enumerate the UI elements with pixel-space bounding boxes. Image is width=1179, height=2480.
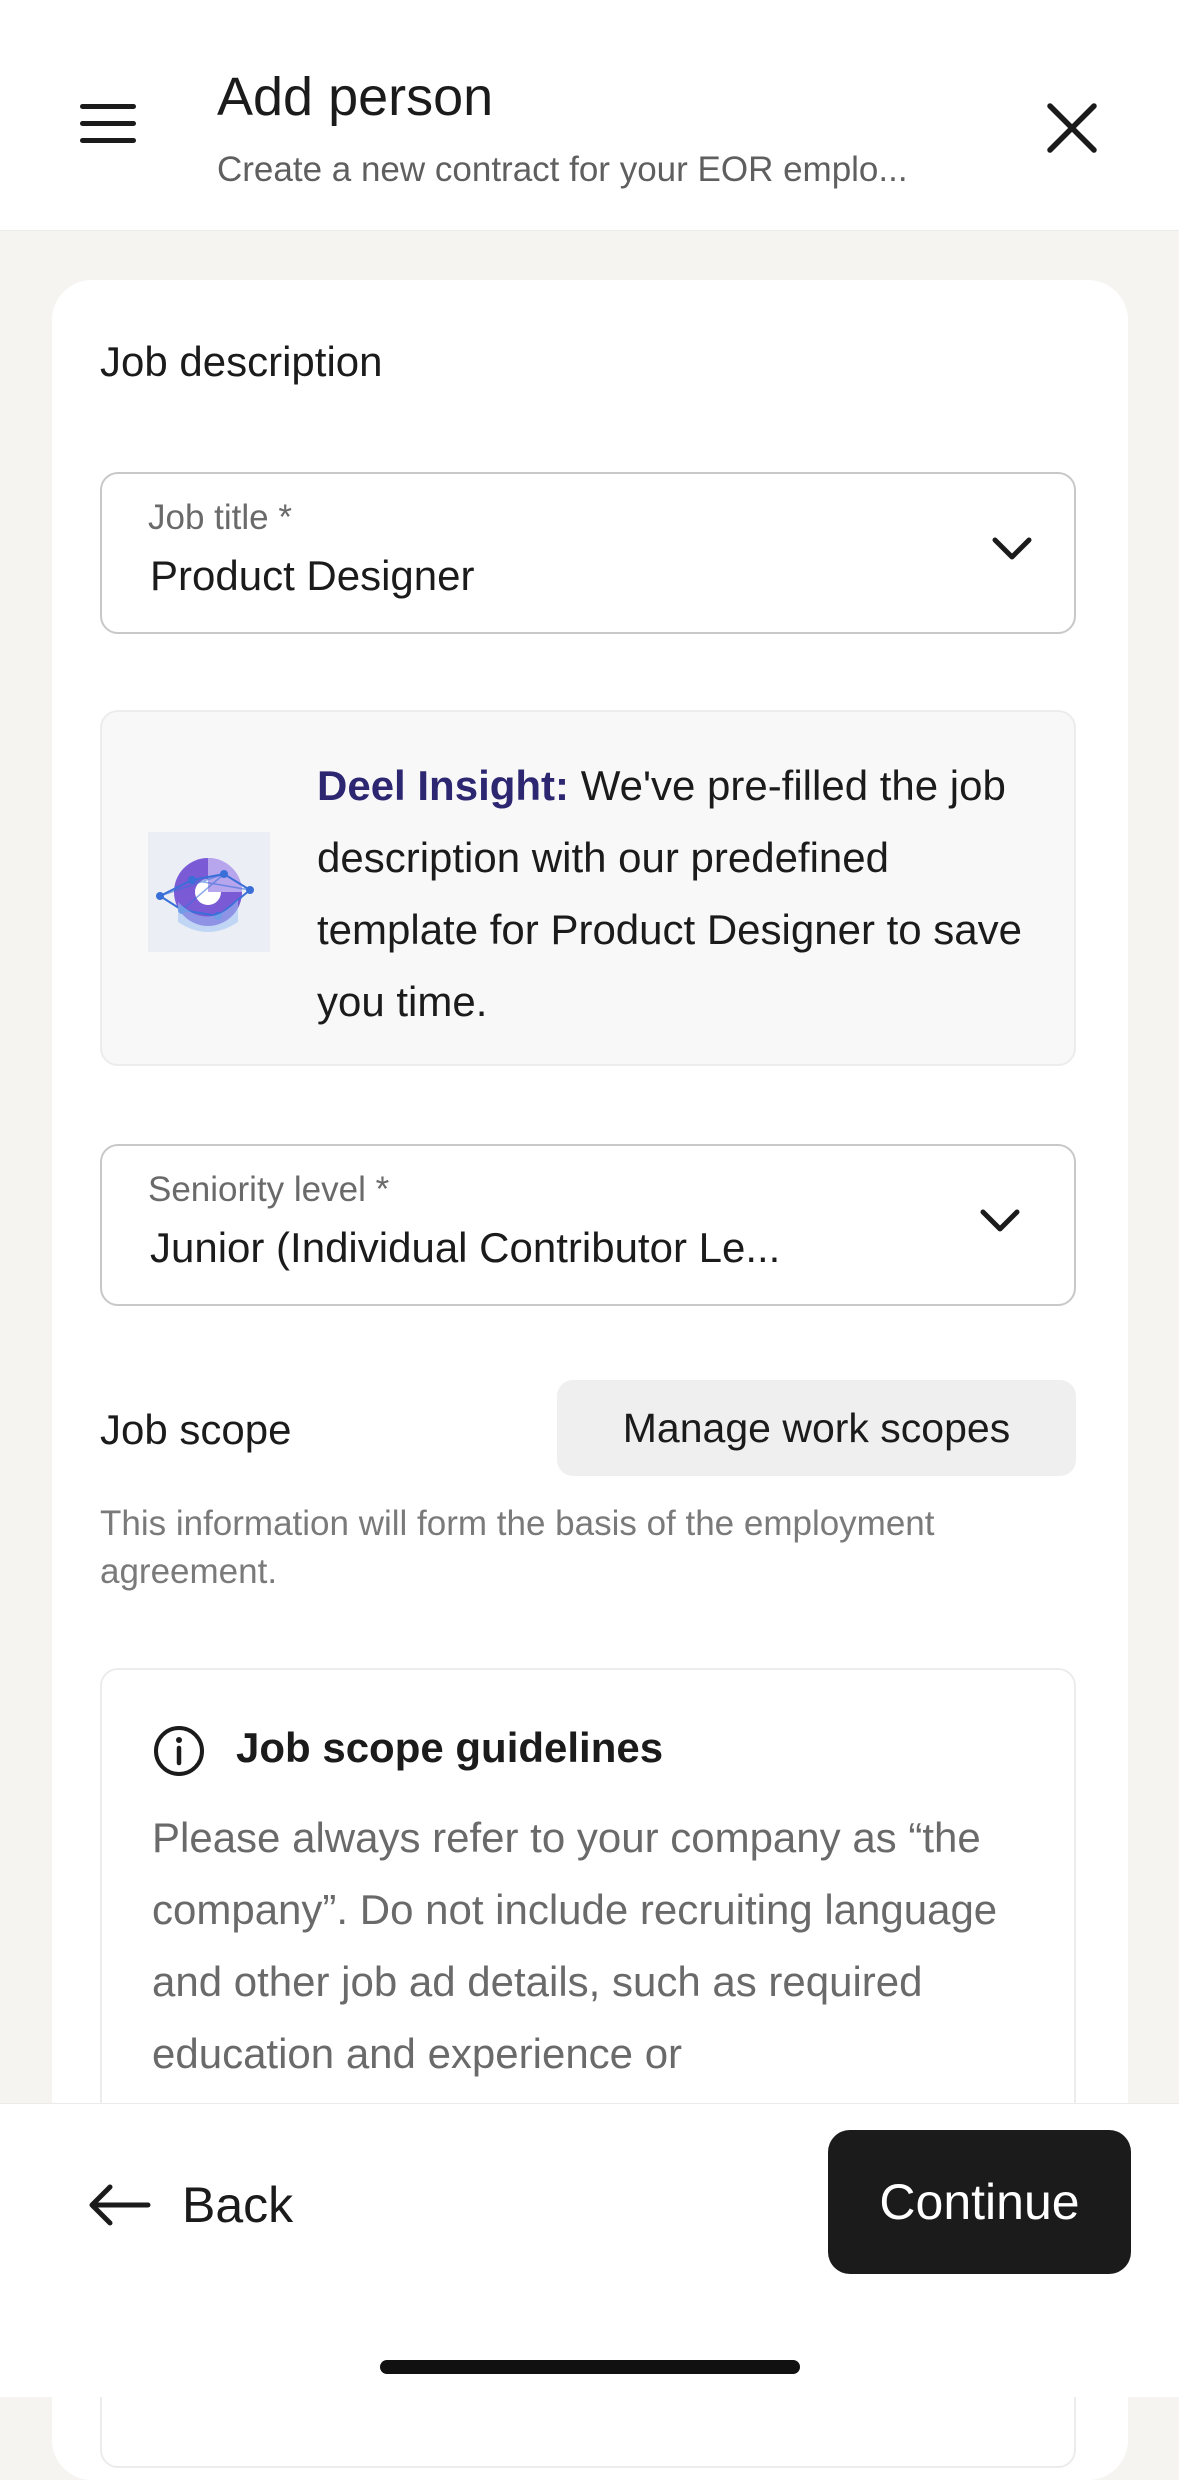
page-subtitle: Create a new contract for your EOR emplo… — [217, 150, 908, 189]
chevron-down-icon — [992, 537, 1032, 560]
insight-brand: Deel Insight: — [317, 762, 570, 809]
job-title-value: Product Designer — [150, 552, 475, 599]
app-header: Add person Create a new contract for you… — [0, 0, 1179, 231]
arrow-left-icon — [89, 2184, 151, 2226]
seniority-level-value: Junior (Individual Contributor Le... — [150, 1224, 781, 1271]
job-scope-title: Job scope — [100, 1406, 292, 1453]
job-title-select[interactable]: Job title * Product Designer — [100, 472, 1076, 634]
back-button[interactable]: Back — [86, 2177, 293, 2233]
info-icon — [154, 1726, 204, 1776]
section-title: Job description — [100, 338, 383, 385]
page-title: Add person — [217, 67, 494, 127]
insight-illustration-icon — [148, 832, 270, 952]
job-title-label: Job title * — [148, 498, 292, 537]
back-label: Back — [182, 2177, 294, 2233]
manage-work-scopes-button[interactable]: Manage work scopes — [557, 1380, 1076, 1476]
guidelines-body: Please always refer to your company as “… — [152, 1814, 998, 2077]
home-indicator — [380, 2360, 800, 2374]
chevron-down-icon — [980, 1209, 1020, 1232]
insight-text: Deel Insight: We've pre-filled the job d… — [317, 750, 1037, 1038]
job-scope-help-text: This information will form the basis of … — [100, 1504, 935, 1591]
continue-button[interactable]: Continue — [828, 2130, 1131, 2274]
guidelines-title: Job scope guidelines — [236, 1724, 664, 1771]
deel-insight-banner: Deel Insight: We've pre-filled the job d… — [100, 710, 1076, 1066]
close-icon[interactable] — [1044, 100, 1100, 156]
seniority-level-label: Seniority level * — [148, 1170, 390, 1209]
seniority-level-select[interactable]: Seniority level * Junior (Individual Con… — [100, 1144, 1076, 1306]
hamburger-menu-icon[interactable] — [80, 104, 136, 144]
footer-bar: Back Continue — [0, 2103, 1179, 2397]
